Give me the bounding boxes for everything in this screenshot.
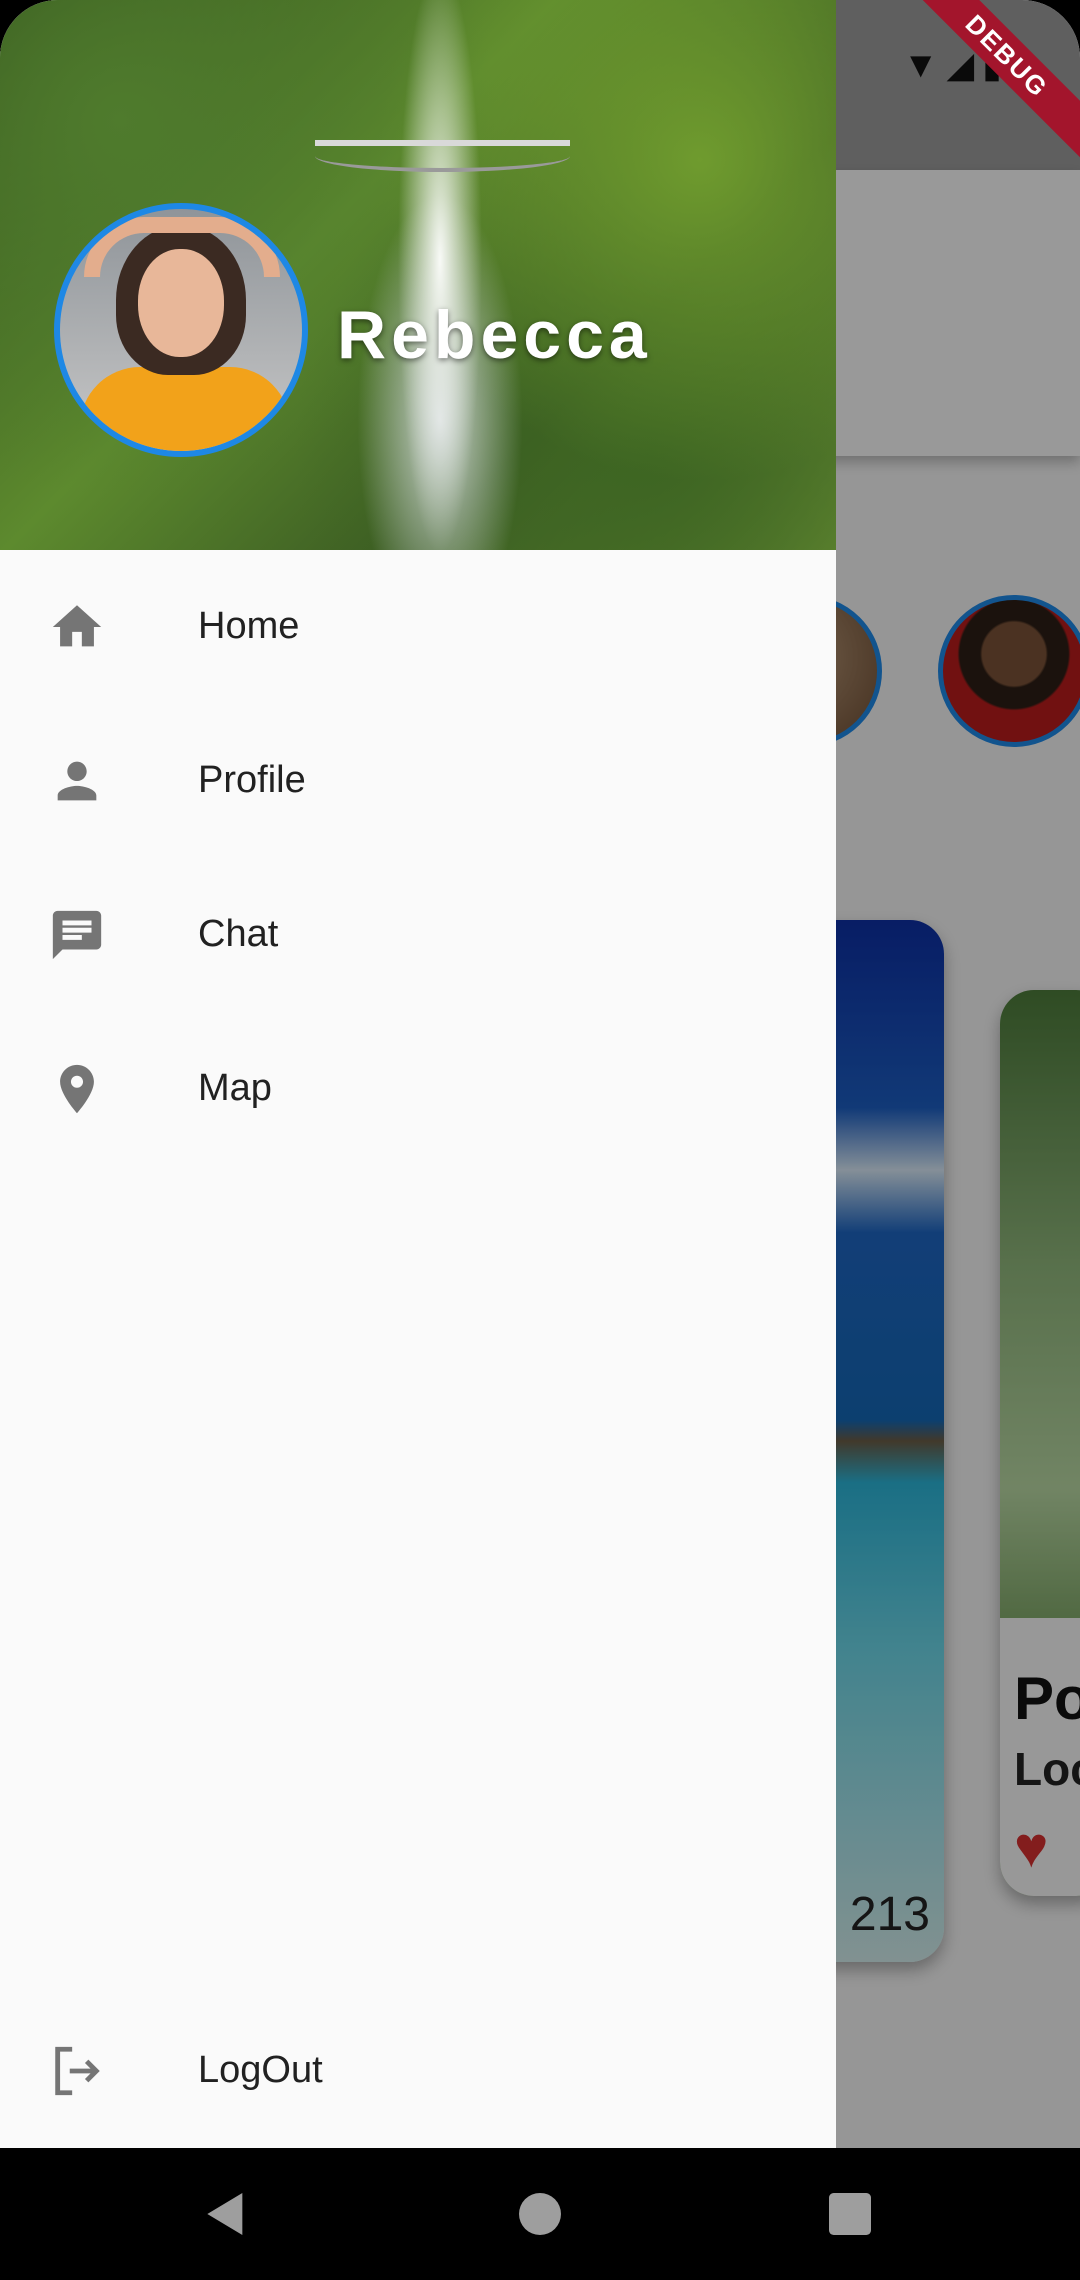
- menu-item-label: Map: [198, 1067, 272, 1109]
- recents-icon[interactable]: [822, 2186, 878, 2242]
- navigation-drawer: Rebecca Home Profile Chat Map LogOut: [0, 0, 836, 2148]
- logout-icon: [55, 2046, 100, 2096]
- avatar-shirt: [80, 367, 290, 451]
- menu-item-profile[interactable]: Profile: [0, 704, 836, 858]
- system-nav-bar: [0, 2148, 1080, 2280]
- person-icon: [57, 761, 97, 801]
- avatar-arms: [84, 217, 280, 277]
- menu-item-label: Chat: [198, 913, 279, 955]
- back-icon[interactable]: [198, 2186, 254, 2242]
- screen: ▼◢▮ st 213 Po Loc ♥ DEBUG Rebecca: [0, 0, 1080, 2148]
- chat-icon: [52, 910, 102, 960]
- menu-item-home[interactable]: Home: [0, 550, 836, 704]
- logout-button[interactable]: LogOut: [0, 1994, 836, 2148]
- home-circle-icon[interactable]: [512, 2186, 568, 2242]
- drawer-header: Rebecca: [0, 0, 836, 550]
- menu-item-chat[interactable]: Chat: [0, 858, 836, 1012]
- menu-item-label: Home: [198, 605, 300, 647]
- profile-name: Rebecca: [337, 297, 652, 373]
- menu-item-map[interactable]: Map: [0, 1012, 836, 1166]
- location-pin-icon: [60, 1064, 94, 1114]
- profile-avatar[interactable]: [54, 203, 308, 457]
- home-icon: [52, 605, 102, 647]
- logout-label: LogOut: [198, 2049, 323, 2091]
- header-background-bridge: [315, 140, 570, 172]
- menu-item-label: Profile: [198, 759, 306, 801]
